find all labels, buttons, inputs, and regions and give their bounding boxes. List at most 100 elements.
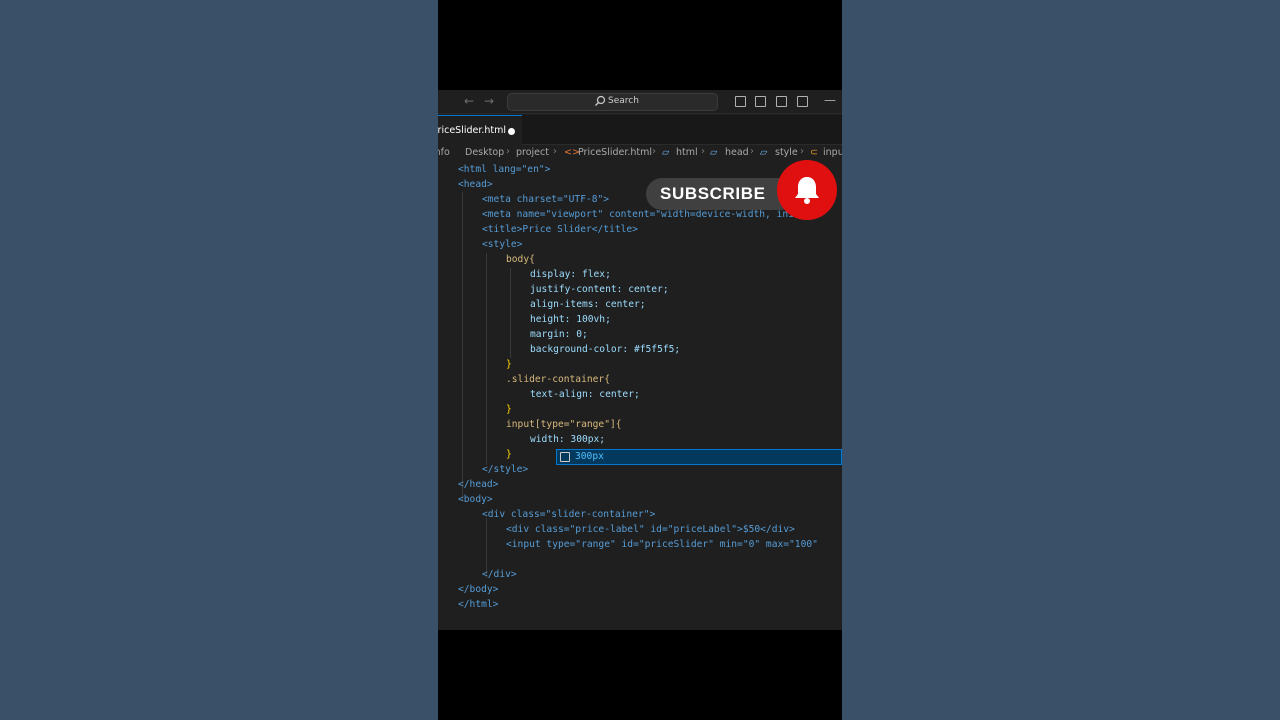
code-line: </div> [482, 567, 517, 582]
code-text: <input type="range" id="priceSlider" min… [506, 539, 818, 550]
right-background [842, 0, 1280, 720]
element-icon: ▱ [710, 147, 718, 158]
code-text: body{ [506, 254, 535, 265]
tab-label: PriceSlider.html [438, 125, 507, 136]
back-arrow-icon[interactable]: ← [464, 94, 474, 108]
chevron-right-icon: › [553, 146, 557, 157]
subscribe-pill: SUBSCRIBE [646, 178, 796, 210]
code-line: } [506, 447, 512, 462]
breadcrumb-item[interactable]: PriceSlider.html [578, 147, 652, 158]
code-text: justify-content: center; [530, 284, 669, 295]
value-icon [560, 452, 570, 462]
code-text: <title>Price Slider</title> [482, 224, 638, 235]
code-line: background-color: #f5f5f5; [530, 342, 680, 357]
customize-layout-icon[interactable] [797, 96, 808, 107]
code-line: } [506, 357, 512, 372]
code-line: <div class="slider-container"> [482, 507, 655, 522]
code-line: <body> [458, 492, 493, 507]
autocomplete-suggestion[interactable]: 300px [556, 449, 842, 465]
breadcrumb-item[interactable]: style [775, 147, 798, 158]
code-text: width: 300px; [530, 434, 606, 445]
code-line: </style> [482, 462, 528, 477]
code-line: <head> [458, 177, 493, 192]
bell-icon [795, 177, 819, 204]
breadcrumb-item[interactable]: info [438, 147, 450, 158]
minimize-window-icon[interactable]: — [824, 93, 836, 107]
breadcrumb-item[interactable]: project [516, 147, 549, 158]
search-label: Search [608, 96, 639, 106]
code-text: text-align: center; [530, 389, 640, 400]
code-text: <html lang="en"> [458, 164, 551, 175]
code-line: width: 300px; [530, 432, 605, 447]
chevron-right-icon: › [800, 146, 804, 157]
code-line: .slider-container{ [506, 372, 610, 387]
indent-guide [462, 192, 463, 500]
code-text: </body> [458, 584, 499, 595]
code-text: display: flex; [530, 269, 611, 280]
toggle-secondary-sidebar-icon[interactable] [776, 96, 787, 107]
element-icon: ▱ [662, 147, 670, 158]
element-icon: ▱ [760, 147, 768, 158]
editor-tab-bar: PriceSlider.html [438, 115, 842, 145]
code-text: </div> [482, 569, 517, 580]
code-line: <title>Price Slider</title> [482, 222, 638, 237]
command-center-search[interactable]: Search [507, 93, 718, 111]
subscribe-label: SUBSCRIBE [660, 184, 766, 203]
code-line: <div class="price-label" id="priceLabel"… [506, 522, 795, 537]
code-line: <style> [482, 237, 522, 252]
code-text: </head> [458, 479, 499, 490]
code-line: text-align: center; [530, 387, 640, 402]
code-text: <style> [482, 239, 523, 250]
code-text: </html> [458, 599, 499, 610]
selector-icon: ⊂ [810, 147, 818, 158]
breadcrumb-item[interactable]: html [676, 147, 698, 158]
chevron-right-icon: › [506, 146, 510, 157]
search-icon [595, 95, 606, 106]
code-text: <meta name="viewport" content="width=dev… [482, 209, 823, 220]
code-text: .slider-container{ [506, 374, 610, 385]
code-text: } [506, 359, 512, 370]
code-text: <div class="price-label" id="priceLabel"… [506, 524, 795, 535]
code-text: input[type="range"]{ [506, 419, 622, 430]
breadcrumb-item[interactable]: head [725, 147, 749, 158]
code-line: <meta charset="UTF-8"> [482, 192, 609, 207]
chevron-right-icon: › [750, 146, 754, 157]
indent-guide [486, 253, 487, 465]
code-editor-window: ← → Search — PriceSlider.html fo Desktop… [438, 90, 842, 630]
subscribe-button[interactable]: SUBSCRIBE [646, 160, 837, 220]
code-text: </style> [482, 464, 529, 475]
code-line: display: flex; [530, 267, 611, 282]
title-bar: ← → Search — [438, 90, 842, 114]
code-text: <meta charset="UTF-8"> [482, 194, 610, 205]
code-line: </head> [458, 477, 498, 492]
code-text: align-items: center; [530, 299, 646, 310]
code-line: body{ [506, 252, 535, 267]
code-text: margin: 0; [530, 329, 588, 340]
code-text: background-color: #f5f5f5; [530, 344, 681, 355]
unsaved-dot-icon[interactable] [508, 128, 515, 135]
code-text: <head> [458, 179, 493, 190]
code-text: } [506, 404, 512, 415]
code-line: } [506, 402, 512, 417]
video-frame: ← → Search — PriceSlider.html fo Desktop… [438, 0, 842, 720]
code-text: <body> [458, 494, 493, 505]
indent-guide [510, 268, 511, 358]
suggestion-text: 300px [575, 451, 604, 462]
code-line: input[type="range"]{ [506, 417, 622, 432]
code-text: <div class="slider-container"> [482, 509, 656, 520]
code-line: justify-content: center; [530, 282, 669, 297]
code-line: align-items: center; [530, 297, 646, 312]
code-text: } [506, 449, 512, 460]
code-line: height: 100vh; [530, 312, 611, 327]
toggle-panel-icon[interactable] [755, 96, 766, 107]
left-background [0, 0, 438, 720]
code-line: <input type="range" id="priceSlider" min… [506, 537, 818, 552]
notification-bell-button[interactable] [777, 160, 837, 220]
toggle-primary-sidebar-icon[interactable] [735, 96, 746, 107]
breadcrumb-item[interactable]: Desktop [465, 147, 504, 158]
chevron-right-icon: › [652, 146, 656, 157]
forward-arrow-icon[interactable]: → [484, 94, 494, 108]
code-line: <html lang="en"> [458, 162, 550, 177]
breadcrumb-item[interactable]: input [823, 147, 842, 158]
tab-priceslider-html[interactable]: PriceSlider.html [438, 115, 522, 145]
